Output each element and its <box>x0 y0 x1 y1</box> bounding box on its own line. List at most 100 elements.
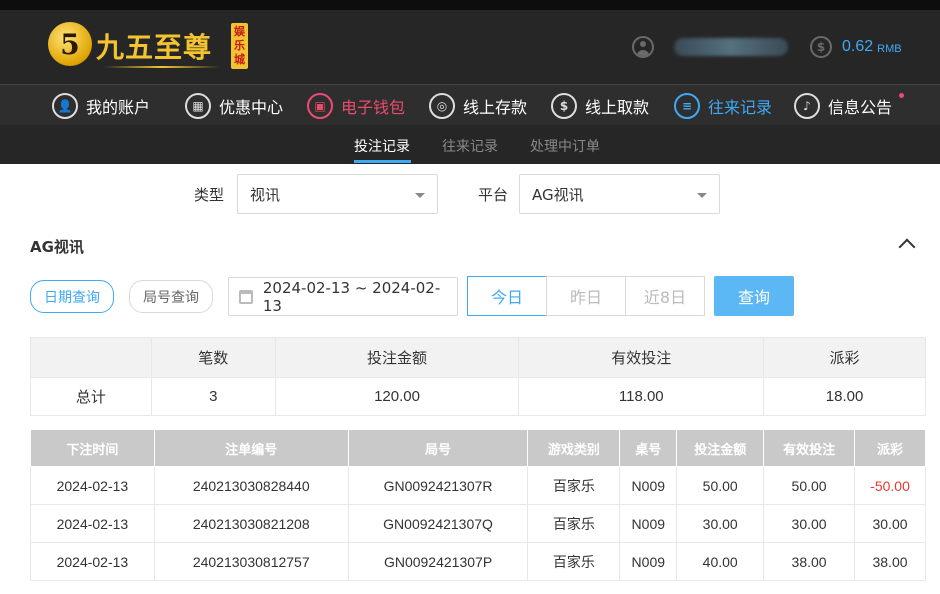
nav-label: 优惠中心 <box>219 98 284 117</box>
bet-time: 2024-02-13 <box>30 466 155 505</box>
bet-amount: 50.00 <box>676 466 765 505</box>
valid-bet: 50.00 <box>763 466 856 505</box>
brand-logo[interactable]: 5 九五至尊 娱乐城 <box>48 20 258 74</box>
records-icon: ≡ <box>674 93 700 119</box>
bet-id: 240213030812757 <box>153 542 349 581</box>
payout: 30.00 <box>854 504 926 543</box>
wallet-icon: ▣ <box>307 93 333 119</box>
balance-amount: 0.62 <box>842 38 874 55</box>
column-header: 有效投注 <box>763 429 856 467</box>
table-row: 2024-02-13 240213030821208 GN0092421307Q… <box>30 504 926 543</box>
nav-online-withdraw[interactable]: $ 线上取款 <box>551 91 649 121</box>
valid-bet: 30.00 <box>763 504 856 543</box>
payout: 38.00 <box>854 542 926 581</box>
sub-tabs: 投注记录 往来记录 处理中订单 <box>0 125 940 164</box>
type-select-value: 视讯 <box>250 185 281 204</box>
bet-amount: 40.00 <box>676 542 765 581</box>
nav-label: 电子钱包 <box>341 98 406 117</box>
username-obscured <box>674 38 788 56</box>
column-header: 投注金额 <box>676 429 765 467</box>
section-title: AG视讯 <box>30 238 84 256</box>
tab-bet-records[interactable]: 投注记录 <box>354 136 410 156</box>
calendar-icon <box>239 289 253 304</box>
user-icon: 👤 <box>52 93 78 119</box>
records-table: 下注时间 注单编号 局号 游戏类别 桌号 投注金额 有效投注 派彩 2024-0… <box>30 429 926 581</box>
table-row: 2024-02-13 240213030828440 GN0092421307R… <box>30 466 926 505</box>
nav-label: 信息公告 <box>828 98 893 117</box>
column-header: 派彩 <box>854 429 926 467</box>
nav-label: 线上取款 <box>585 98 650 117</box>
tab-pending-orders[interactable]: 处理中订单 <box>530 136 600 156</box>
balance: $ 0.62 RMB <box>810 36 902 58</box>
gift-icon: ▦ <box>185 93 211 119</box>
summary-cell: 118.00 <box>518 377 765 416</box>
chevron-up-icon[interactable] <box>898 238 916 256</box>
deposit-icon: ◎ <box>429 93 455 119</box>
game-type: 百家乐 <box>527 466 621 505</box>
summary-cell: 18.00 <box>763 377 926 416</box>
column-header: 桌号 <box>619 429 678 467</box>
table-id: N009 <box>619 466 678 505</box>
dollar-icon: $ <box>810 36 832 58</box>
user-icon <box>632 36 654 58</box>
records-header-row: 下注时间 注单编号 局号 游戏类别 桌号 投注金额 有效投注 派彩 <box>30 429 926 467</box>
nav-label: 我的账户 <box>86 98 151 117</box>
table-row: 2024-02-13 240213030812757 GN0092421307P… <box>30 542 926 581</box>
summary-cell: 总计 <box>30 377 152 416</box>
user-info[interactable] <box>632 36 788 58</box>
date-range-input[interactable]: 2024-02-13 ~ 2024-02-13 <box>228 277 458 316</box>
notification-dot <box>899 93 905 98</box>
summary-header: 笔数 <box>150 337 276 378</box>
summary-cell: 120.00 <box>274 377 520 416</box>
bet-id: 240213030828440 <box>153 466 349 505</box>
column-header: 注单编号 <box>153 429 349 467</box>
column-header: 下注时间 <box>30 429 155 467</box>
chevron-down-icon <box>697 193 707 198</box>
nav-transaction-records[interactable]: ≡ 往来记录 <box>674 91 772 121</box>
date-query-button[interactable]: 日期查询 <box>30 280 114 313</box>
type-select[interactable]: 视讯 <box>237 174 438 214</box>
platform-select-value: AG视讯 <box>532 185 584 204</box>
nav-my-account[interactable]: 👤 我的账户 <box>52 91 150 121</box>
platform-label: 平台 <box>478 186 509 204</box>
round-id: GN0092421307P <box>347 542 529 581</box>
round-query-button[interactable]: 局号查询 <box>129 280 213 313</box>
payout: -50.00 <box>854 466 926 505</box>
table-id: N009 <box>619 542 678 581</box>
table-id: N009 <box>619 504 678 543</box>
nav-online-deposit[interactable]: ◎ 线上存款 <box>429 91 527 121</box>
header: 5 九五至尊 娱乐城 $ 0.62 RMB <box>0 10 940 84</box>
summary-row: 总计 3 120.00 118.00 18.00 <box>30 377 926 416</box>
summary-table: 笔数 投注金额 有效投注 派彩 总计 3 120.00 118.00 18.00 <box>30 337 926 416</box>
nav-promotions[interactable]: ▦ 优惠中心 <box>185 91 283 121</box>
bet-time: 2024-02-13 <box>30 542 155 581</box>
active-tab-indicator <box>354 160 411 163</box>
summary-cell: 3 <box>150 377 276 416</box>
brand-name: 九五至尊 <box>96 31 213 64</box>
logo-emblem-icon: 5 <box>48 22 92 66</box>
game-type: 百家乐 <box>527 542 621 581</box>
game-type: 百家乐 <box>527 504 621 543</box>
top-stripe <box>0 0 940 10</box>
nav-announcements[interactable]: ♪ 信息公告 <box>794 91 905 121</box>
column-header: 游戏类别 <box>527 429 621 467</box>
today-button[interactable]: 今日 <box>467 276 547 316</box>
round-id: GN0092421307R <box>347 466 529 505</box>
nav-e-wallet[interactable]: ▣ 电子钱包 <box>307 91 405 121</box>
main-nav: 👤 我的账户 ▦ 优惠中心 ▣ 电子钱包 ◎ 线上存款 $ 线上取款 ≡ 往来记… <box>0 84 940 125</box>
brand-tag: 娱乐城 <box>231 23 248 69</box>
platform-select[interactable]: AG视讯 <box>519 174 720 214</box>
logo-ornament <box>104 66 220 68</box>
balance-currency: RMB <box>877 42 902 55</box>
type-label: 类型 <box>194 186 225 204</box>
bet-id: 240213030821208 <box>153 504 349 543</box>
bell-icon: ♪ <box>794 93 820 119</box>
last-8-days-button[interactable]: 近8日 <box>625 276 705 316</box>
bet-time: 2024-02-13 <box>30 504 155 543</box>
tab-transaction-records[interactable]: 往来记录 <box>442 136 498 156</box>
query-button[interactable]: 查询 <box>714 276 794 316</box>
yesterday-button[interactable]: 昨日 <box>546 276 626 316</box>
nav-label: 往来记录 <box>708 98 773 117</box>
summary-header <box>30 337 152 378</box>
bet-amount: 30.00 <box>676 504 765 543</box>
